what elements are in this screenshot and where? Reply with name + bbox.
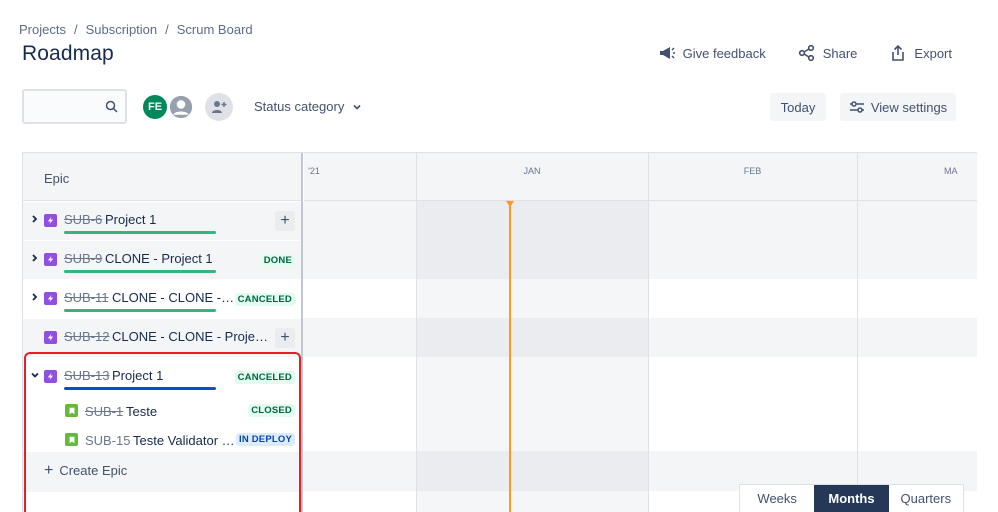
issue-title: Project 1	[112, 368, 164, 383]
breadcrumb-projects[interactable]: Projects	[19, 22, 66, 37]
epic-icon	[44, 370, 57, 383]
export-label: Export	[914, 45, 952, 61]
avatar[interactable]: FE	[141, 93, 169, 121]
period-weeks[interactable]: Weeks	[740, 485, 814, 512]
month-label: '21	[308, 166, 320, 176]
month-label: JAN	[523, 166, 541, 176]
month-divider	[857, 153, 858, 512]
add-child-button[interactable]: +	[275, 328, 295, 348]
sliders-icon	[849, 101, 864, 113]
epic-icon	[44, 214, 57, 227]
progress-bar	[64, 231, 216, 234]
chevron-right-icon[interactable]	[30, 214, 40, 224]
issue-title: CLONE - CLONE - Pr...	[112, 290, 236, 305]
status-badge: CANCELED	[234, 293, 295, 306]
status-badge: IN DEPLOY	[235, 433, 295, 446]
create-epic-button[interactable]: + Create Epic	[44, 461, 128, 479]
epic-row[interactable]: SUB-6 Project 1 +	[23, 202, 301, 240]
issue-key[interactable]: SUB-12	[64, 329, 110, 344]
epic-row[interactable]: SUB-12 CLONE - CLONE - Project 1 +	[23, 319, 301, 357]
search-icon	[105, 100, 118, 113]
child-issue-row[interactable]: SUB-15 Teste Validator (s... IN DEPLOY	[23, 423, 301, 453]
epic-panel: Epic SUB-6 Project 1 + SUB-9 CLONE - Pro…	[23, 153, 303, 512]
breadcrumb-scrum-board[interactable]: Scrum Board	[177, 22, 253, 37]
status-badge: CLOSED	[248, 404, 295, 417]
share-button[interactable]: Share	[798, 44, 858, 62]
epic-row[interactable]: SUB-11 CLONE - CLONE - Pr... CANCELED	[23, 280, 301, 318]
issue-key[interactable]: SUB-11	[64, 290, 109, 305]
epic-row[interactable]: SUB-9 CLONE - Project 1 DONE	[23, 241, 301, 279]
epic-icon	[44, 331, 57, 344]
status-category-dropdown[interactable]: Status category	[254, 99, 362, 114]
breadcrumb-subscription[interactable]: Subscription	[86, 22, 158, 37]
give-feedback-button[interactable]: Give feedback	[658, 44, 766, 62]
epic-column-header: Epic	[23, 153, 301, 201]
period-quarters[interactable]: Quarters	[889, 485, 963, 512]
header-actions: Give feedback Share Export	[658, 44, 952, 62]
roadmap-grid: '21 JAN FEB MA Epic SUB-6 Project 1 + SU…	[22, 152, 977, 512]
today-button[interactable]: Today	[770, 93, 826, 121]
search-box	[22, 89, 127, 124]
search-input[interactable]	[30, 97, 102, 115]
progress-bar	[64, 270, 216, 273]
create-epic-label: Create Epic	[59, 463, 128, 478]
add-person-icon	[212, 101, 227, 113]
month-divider	[648, 153, 649, 512]
issue-key[interactable]: SUB-6	[64, 212, 102, 227]
chevron-right-icon[interactable]	[30, 253, 40, 263]
period-switcher: Weeks Months Quarters	[739, 484, 964, 512]
view-settings-label: View settings	[870, 99, 948, 115]
user-avatar-icon[interactable]	[167, 93, 195, 121]
story-icon	[65, 433, 78, 446]
chevron-right-icon[interactable]	[30, 292, 40, 302]
current-month-shade	[416, 201, 648, 512]
issue-title: Teste	[126, 404, 158, 419]
share-label: Share	[822, 45, 858, 61]
breadcrumb: Projects / Subscription / Scrum Board	[19, 22, 253, 37]
page-title: Roadmap	[22, 42, 114, 65]
epic-row[interactable]: SUB-13 Project 1 CANCELED	[23, 358, 301, 396]
child-issue-row[interactable]: SUB-1 Teste CLOSED	[23, 394, 301, 424]
story-icon	[65, 404, 78, 417]
month-label: MA	[944, 166, 958, 176]
view-settings-button[interactable]: View settings	[840, 93, 956, 121]
epic-icon	[44, 253, 57, 266]
progress-bar	[64, 309, 216, 312]
export-button[interactable]: Export	[889, 44, 952, 62]
add-child-button[interactable]: +	[275, 211, 295, 231]
timeline-header	[304, 153, 977, 201]
month-label: FEB	[743, 166, 762, 176]
issue-key[interactable]: SUB-9	[64, 251, 102, 266]
period-months[interactable]: Months	[814, 485, 889, 512]
status-category-label: Status category	[254, 99, 345, 114]
issue-title: Teste Validator (s...	[133, 433, 237, 448]
share-icon	[798, 44, 814, 62]
issue-key[interactable]: SUB-15	[85, 433, 131, 448]
megaphone-icon	[659, 47, 675, 59]
breadcrumb-separator: /	[73, 22, 78, 37]
progress-bar	[64, 387, 216, 390]
issue-key[interactable]: SUB-13	[64, 368, 110, 383]
export-icon	[892, 44, 905, 61]
issue-title: Project 1	[105, 212, 157, 227]
chevron-down-icon[interactable]	[30, 370, 40, 380]
give-feedback-label: Give feedback	[682, 45, 766, 61]
month-divider	[416, 153, 417, 512]
chevron-down-icon	[353, 104, 361, 110]
status-badge: CANCELED	[234, 371, 295, 384]
plus-icon: +	[44, 461, 54, 479]
add-people-button[interactable]	[205, 93, 233, 121]
breadcrumb-separator: /	[165, 22, 169, 37]
issue-title: CLONE - Project 1	[105, 251, 213, 266]
status-badge: DONE	[260, 254, 295, 267]
issue-key[interactable]: SUB-1	[85, 404, 123, 419]
today-marker	[509, 201, 511, 512]
timeline: '21 JAN FEB MA	[304, 153, 977, 512]
issue-title: CLONE - CLONE - Project 1	[112, 329, 272, 344]
epic-icon	[44, 292, 57, 305]
